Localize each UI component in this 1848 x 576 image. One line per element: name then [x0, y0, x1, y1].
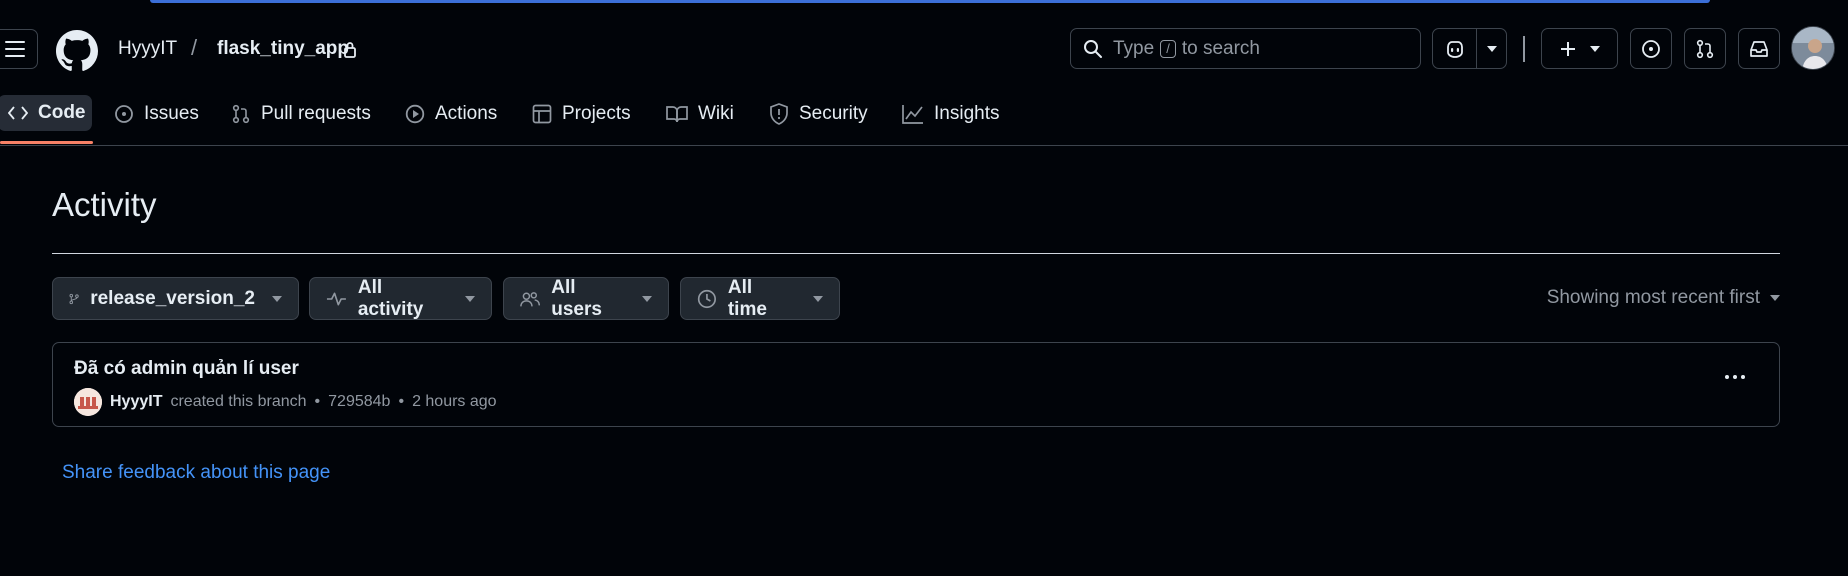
user-avatar[interactable] [1791, 26, 1835, 70]
avatar-image [1792, 27, 1834, 69]
users-filter-button[interactable]: All users [503, 277, 669, 320]
title-divider [52, 253, 1780, 254]
activity-filter-label: All activity [357, 276, 424, 320]
chevron-down-icon [1486, 45, 1497, 52]
hamburger-menu-icon [5, 41, 25, 57]
copilot-icon [1446, 40, 1463, 58]
copilot-dropdown-button[interactable] [1477, 29, 1506, 68]
users-filter-label: All users [551, 276, 602, 320]
meta-separator: • [314, 393, 321, 410]
git-pull-request-icon [232, 104, 250, 124]
identicon-avatar-image [74, 388, 102, 416]
activity-filter-button[interactable]: All activity [309, 277, 492, 320]
create-new-button[interactable] [1541, 28, 1618, 69]
search-input[interactable]: Type / to search [1070, 28, 1421, 69]
share-feedback-link[interactable]: Share feedback about this page [62, 462, 330, 484]
kebab-horizontal-icon [1725, 375, 1729, 379]
search-placeholder: Type / to search [1113, 38, 1260, 60]
tab-label: Issues [144, 103, 199, 124]
your-pull-requests-button[interactable] [1684, 28, 1726, 69]
time-filter-label: All time [727, 276, 767, 320]
tab-label: Pull requests [261, 103, 371, 124]
chevron-down-icon [465, 295, 475, 302]
activity-item: Đã có admin quản lí user HyyyIT created … [52, 342, 1780, 427]
play-icon [405, 104, 425, 124]
tab-label: Security [799, 103, 868, 124]
activity-user-link[interactable]: HyyyIT [110, 393, 162, 411]
graph-icon [902, 105, 923, 124]
meta-separator: • [398, 393, 405, 410]
chevron-down-icon [272, 295, 282, 302]
chevron-down-icon [1589, 45, 1600, 52]
copilot-button-group [1432, 28, 1507, 69]
activity-timestamp: 2 hours ago [412, 393, 497, 410]
time-filter-button[interactable]: All time [680, 277, 840, 320]
commit-sha-link[interactable]: 729584b [328, 393, 390, 411]
page-title: Activity [52, 186, 157, 223]
repo-tab-nav: Code Issues Pull requests Actions Projec… [0, 95, 1848, 146]
search-icon [1084, 39, 1102, 58]
people-icon [520, 291, 541, 306]
top-bar: HyyyIT / flask_tiny_app Type / to search [0, 0, 1848, 96]
tab-issues[interactable]: Issues [104, 96, 209, 132]
more-options-button[interactable] [1721, 365, 1749, 389]
chevron-down-icon [642, 295, 652, 302]
inbox-button[interactable] [1738, 28, 1780, 69]
git-pull-request-icon [1696, 39, 1714, 58]
header-divider [1523, 36, 1525, 62]
tab-code[interactable]: Code [0, 95, 92, 131]
issue-opened-icon [115, 105, 133, 123]
your-issues-button[interactable] [1630, 28, 1672, 69]
chevron-down-icon [1770, 295, 1780, 301]
tab-label: Actions [435, 103, 498, 124]
plus-icon [1560, 41, 1575, 56]
book-icon [666, 106, 688, 123]
copilot-button[interactable] [1433, 29, 1477, 68]
shield-icon [770, 103, 788, 125]
tab-label: Projects [562, 103, 631, 124]
avatar[interactable] [74, 388, 102, 416]
code-icon [8, 106, 28, 120]
activity-item-title[interactable]: Đã có admin quản lí user [74, 358, 299, 380]
activity-item-meta: HyyyIT created this branch • 729584b • 2… [74, 388, 497, 416]
search-placeholder-suffix: to search [1181, 37, 1260, 59]
search-shortcut-key: / [1160, 39, 1176, 58]
open-global-navigation-button[interactable] [0, 29, 38, 69]
repo-owner-link[interactable]: HyyyIT [118, 38, 177, 60]
active-tab-indicator [0, 141, 93, 144]
tab-label: Code [38, 102, 86, 123]
issue-opened-icon [1642, 39, 1660, 58]
inbox-icon [1750, 40, 1768, 57]
sort-order-label: Showing most recent first [1546, 287, 1760, 308]
kebab-horizontal-icon [1741, 375, 1745, 379]
chevron-down-icon [813, 295, 823, 302]
page-loading-bar [150, 0, 1710, 3]
tab-security[interactable]: Security [759, 96, 878, 132]
branch-filter-label: release_version_2 [90, 287, 255, 309]
git-branch-icon [69, 293, 79, 304]
branch-filter-button[interactable]: release_version_2 [52, 277, 299, 320]
tab-actions[interactable]: Actions [395, 96, 507, 132]
breadcrumb-separator: / [191, 35, 198, 60]
pulse-icon [326, 292, 346, 305]
tab-label: Insights [934, 103, 1000, 124]
clock-icon [697, 289, 717, 308]
tab-insights[interactable]: Insights [892, 96, 1009, 132]
sort-order-dropdown[interactable]: Showing most recent first [1547, 287, 1780, 309]
repo-name-link[interactable]: flask_tiny_app [217, 38, 349, 60]
tab-label: Wiki [698, 103, 734, 124]
table-icon [532, 104, 552, 124]
github-logo-icon[interactable] [56, 30, 98, 72]
search-placeholder-prefix: Type [1113, 37, 1155, 59]
tab-pull-requests[interactable]: Pull requests [221, 96, 381, 132]
tab-wiki[interactable]: Wiki [656, 96, 744, 132]
lock-icon [344, 42, 356, 58]
kebab-horizontal-icon [1733, 375, 1737, 379]
tab-projects[interactable]: Projects [522, 96, 641, 132]
activity-action-text: created this branch [170, 393, 307, 410]
